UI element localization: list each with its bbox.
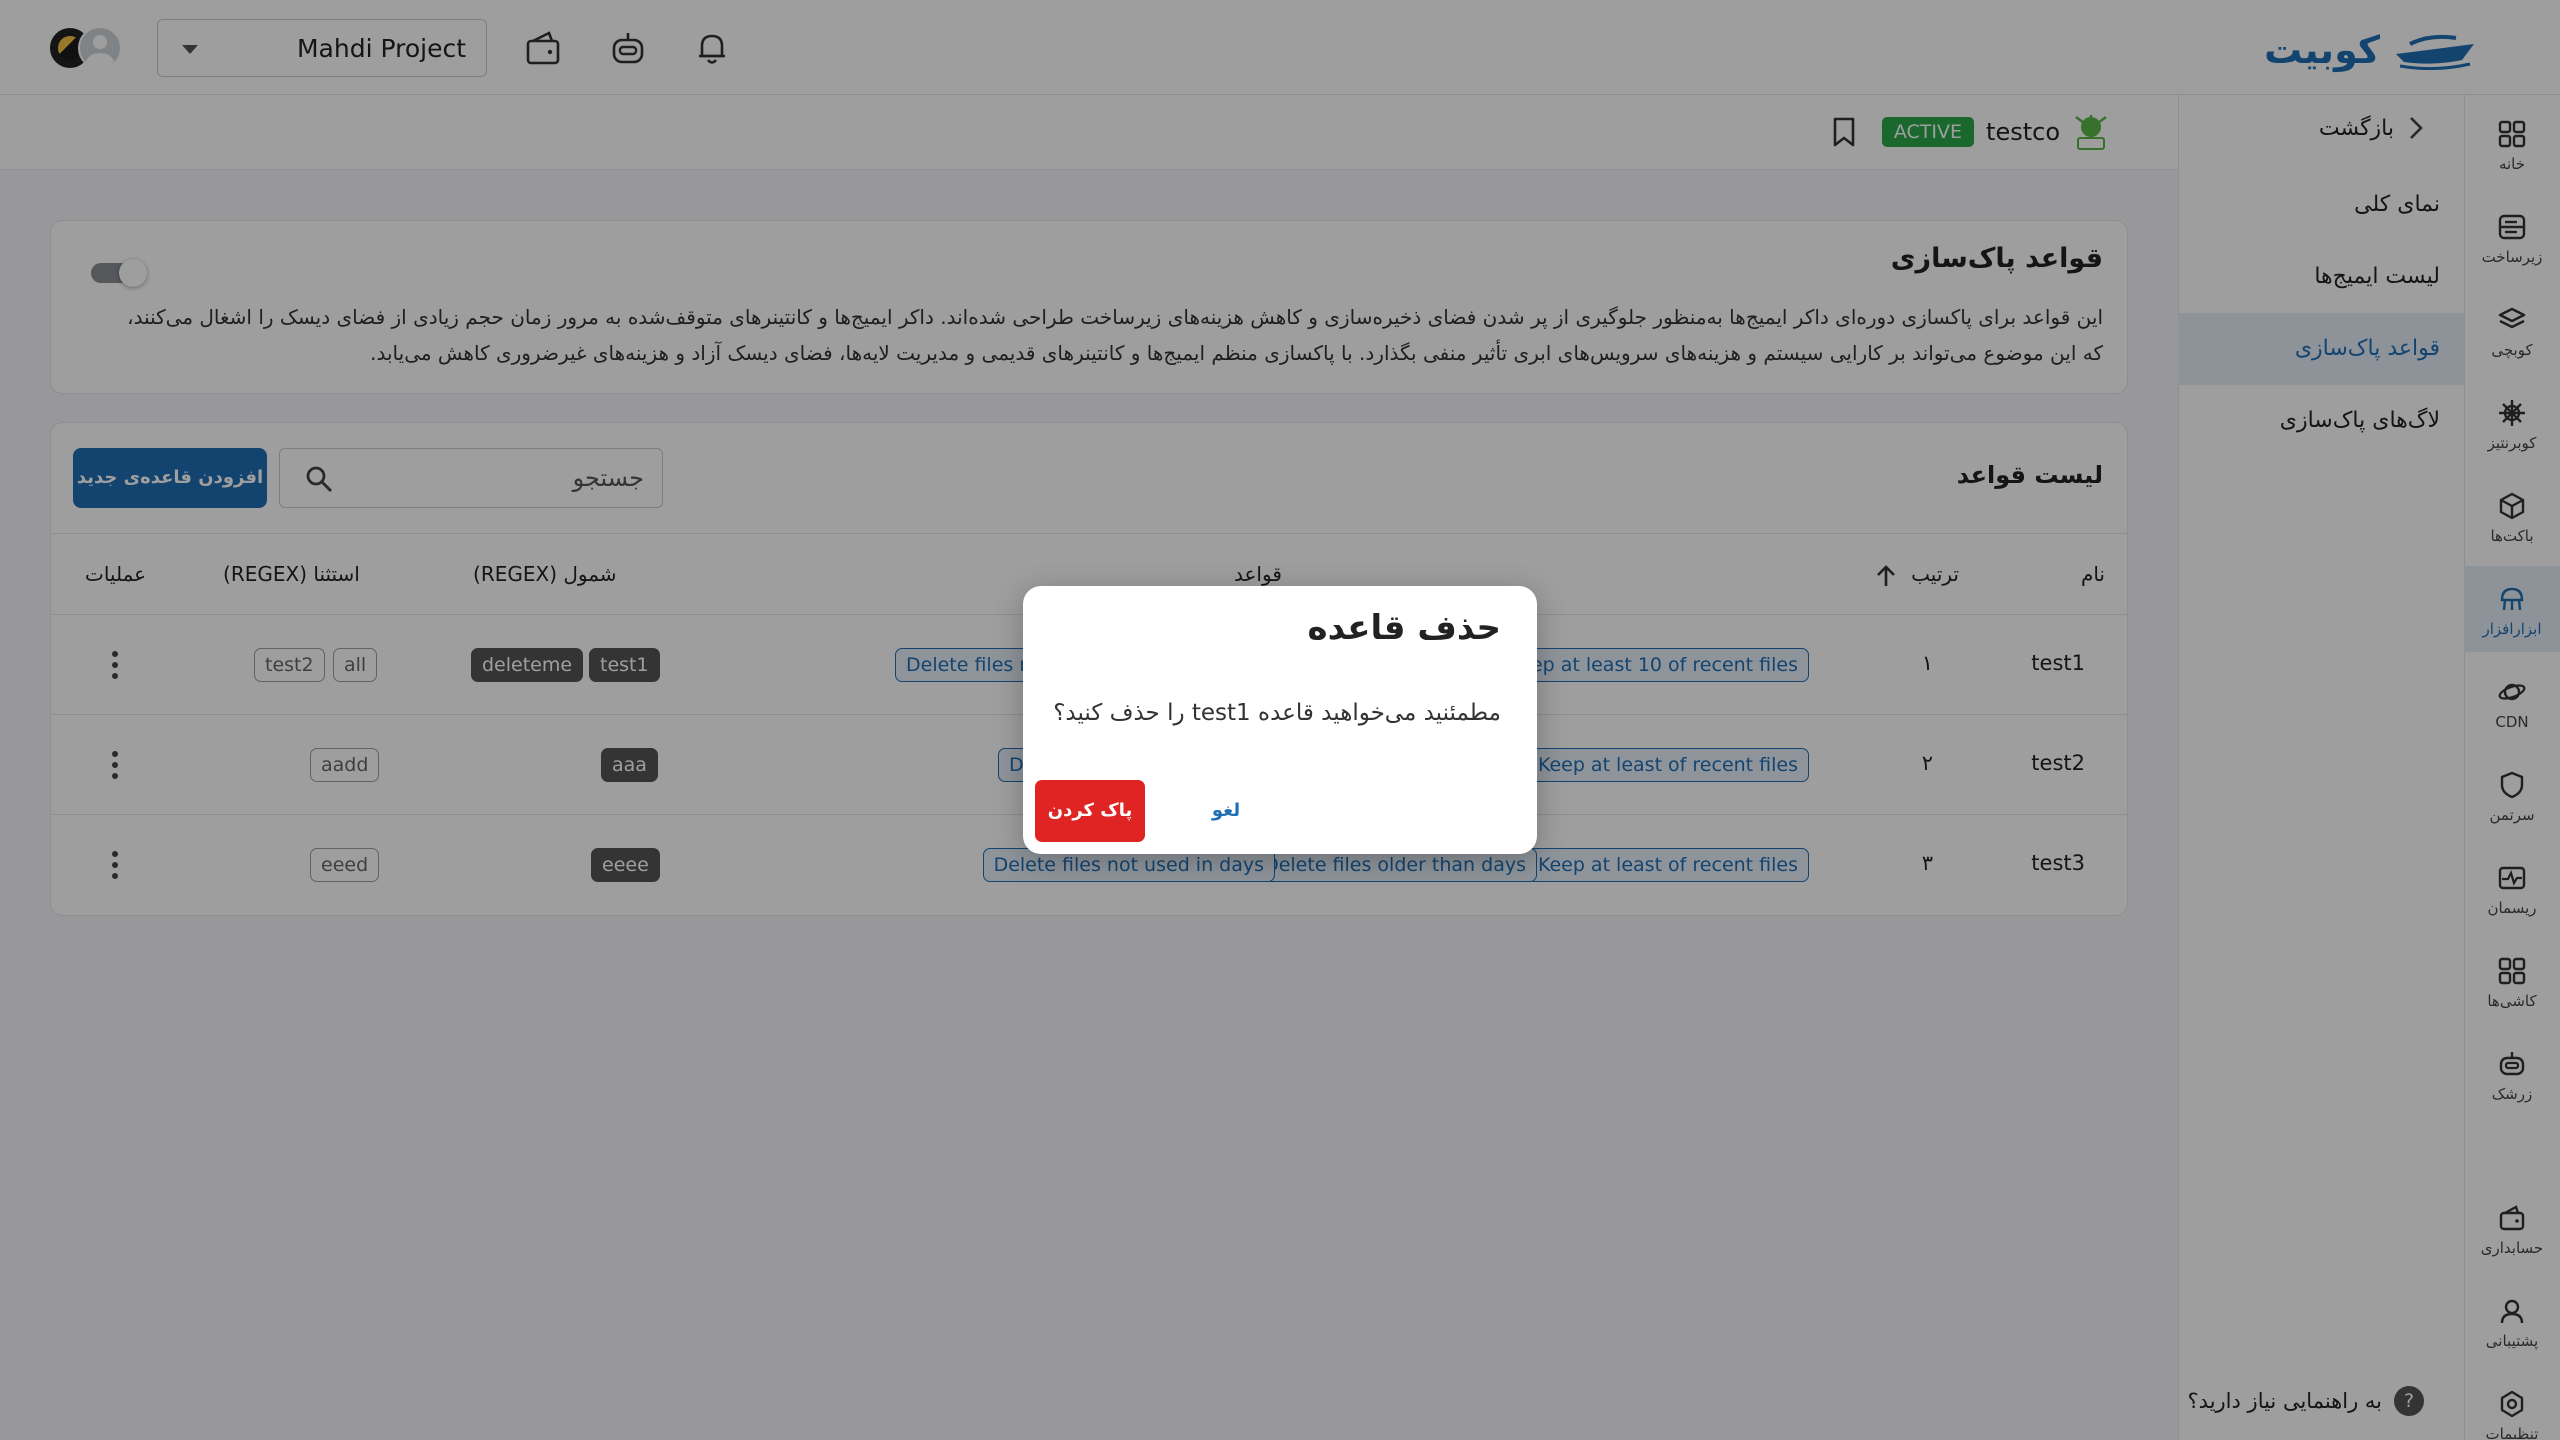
delete-rule-dialog: حذف قاعده مطمئنید می‌خواهید قاعده test1 … — [1023, 586, 1537, 854]
dialog-title: حذف قاعده — [1307, 608, 1501, 648]
confirm-delete-button[interactable]: پاک کردن — [1035, 780, 1145, 842]
dialog-message: مطمئنید می‌خواهید قاعده test1 را حذف کنی… — [1053, 700, 1501, 726]
cancel-button[interactable]: لغو — [1191, 780, 1261, 842]
